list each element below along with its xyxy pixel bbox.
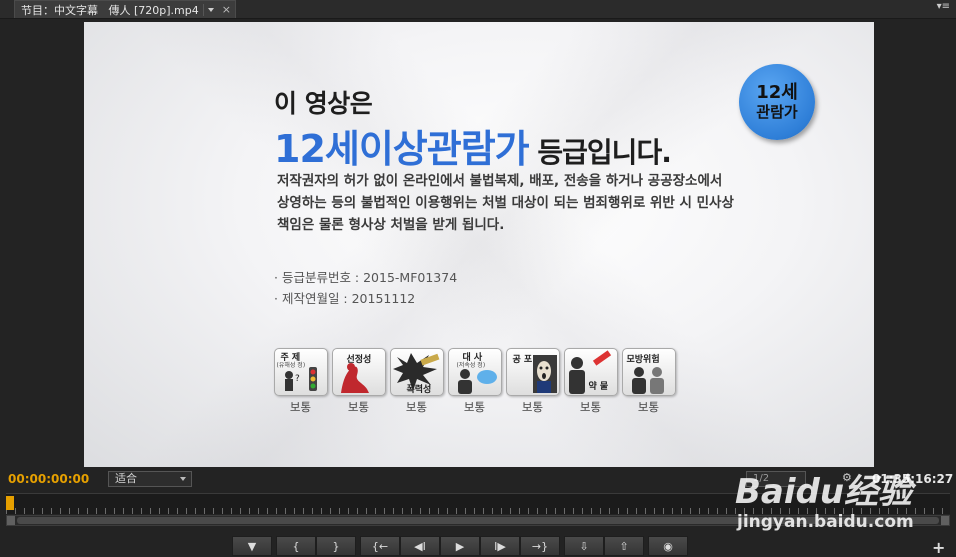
dialogue-icon: 대 사 (저속성 정) [447, 348, 502, 396]
descriptor-rating: 보통 [347, 400, 370, 414]
descriptor-drug: 약 물 보통 [563, 348, 618, 415]
ruler-ticks [6, 508, 950, 514]
step-forward-button[interactable]: I▶ [480, 536, 520, 556]
descriptor-violence: 폭력성 보통 [389, 348, 444, 415]
extract-button[interactable]: ⇧ [604, 536, 644, 556]
button-editor-plus-icon[interactable]: + [932, 538, 945, 557]
descriptor-theme: 주 제 (유해성 정) ? 보통 [273, 348, 328, 415]
playhead-timecode[interactable]: 00:00:00:00 [8, 472, 89, 486]
descriptor-rating: 보통 [405, 400, 428, 414]
playhead-marker[interactable] [6, 496, 14, 510]
rating-line: 12세이상관람가 등급입니다. [274, 118, 672, 173]
panel-menu-icon[interactable]: ▾≡ [937, 2, 950, 12]
descriptor-label: 폭력성 [406, 385, 432, 395]
mark-in-button[interactable]: { [276, 536, 316, 556]
descriptor-rating: 보통 [637, 400, 660, 414]
time-ruler[interactable] [6, 493, 950, 514]
go-to-out-button[interactable]: →} [520, 536, 560, 556]
descriptor-rating: 보통 [579, 400, 602, 414]
close-icon[interactable]: × [222, 3, 231, 16]
rating-heading: 이 영상은 [274, 89, 373, 118]
program-viewer[interactable]: 이 영상은 12세이상관람가 등급입니다. 저작권자의 허가 없이 온라인에서 … [0, 19, 956, 467]
badge-number: 12세 [756, 82, 798, 103]
svg-text:?: ? [295, 374, 300, 384]
play-button[interactable]: ▶ [440, 536, 480, 556]
drug-icon: 약 물 [563, 348, 618, 396]
mark-out-button[interactable]: } [316, 536, 356, 556]
descriptor-sexuality: 선정성 보통 [331, 348, 386, 415]
content-descriptor-icons: 주 제 (유해성 정) ? 보통 선정성 보통 폭력성 보통 대 사 (저속성 … [273, 348, 676, 415]
copyright-notice: 저작권자의 허가 없이 온라인에서 불법복제, 배포, 전송을 하거나 공공장소… [277, 173, 734, 233]
transport-controls: ▼ { } {← ◀I ▶ I▶ →} ⇩ ⇧ ◉ [232, 536, 692, 556]
go-to-in-button[interactable]: {← [360, 536, 400, 556]
zoom-left-cap[interactable] [7, 516, 15, 525]
production-date: · 제작연월일 : 20151112 [274, 291, 416, 306]
video-frame: 이 영상은 12세이상관람가 등급입니다. 저작권자의 허가 없이 온라인에서 … [84, 22, 874, 467]
descriptor-imitation: 모방위험 보통 [621, 348, 676, 415]
add-marker-button[interactable]: ▼ [232, 536, 272, 556]
step-back-button[interactable]: ◀I [400, 536, 440, 556]
badge-text: 관람가 [756, 103, 798, 121]
descriptor-label: 약 물 [588, 382, 609, 392]
imitation-icon: 모방위험 [621, 348, 676, 396]
theme-icon: 주 제 (유해성 정) ? [273, 348, 328, 396]
zoom-level-select[interactable]: 适合 [108, 471, 192, 487]
classification-number: · 등급분류번호 : 2015-MF01374 [274, 270, 458, 285]
sexuality-icon: 선정성 [331, 348, 386, 396]
descriptor-rating: 보통 [463, 400, 486, 414]
sequence-dropdown-icon[interactable] [202, 3, 216, 16]
playback-resolution-select[interactable]: 1/2 [746, 471, 806, 487]
lift-button[interactable]: ⇩ [564, 536, 604, 556]
program-monitor-tab[interactable]: 节目：中文字幕 傳人 [720p].mp4 × [14, 0, 236, 18]
zoom-scroll-bar[interactable] [6, 515, 950, 526]
duration-timecode: 01:35:16:27 [872, 472, 954, 486]
zoom-scroll-handle[interactable] [17, 517, 939, 524]
rating-suffix-text: 등급입니다. [528, 136, 671, 169]
descriptor-rating: 보통 [521, 400, 544, 414]
descriptor-horror: 공 포 보통 [505, 348, 560, 415]
zoom-right-cap[interactable] [941, 516, 949, 525]
wrench-icon[interactable]: ⚙ [842, 471, 854, 485]
panel-header: 节目：中文字幕 傳人 [720p].mp4 × ▾≡ [0, 0, 956, 19]
horror-icon: 공 포 [505, 348, 560, 396]
age-rating-badge: 12세 관람가 [739, 64, 815, 140]
tab-title: 节目：中文字幕 傳人 [720p].mp4 [21, 3, 199, 17]
rating-age-text: 12세이상관람가 [274, 127, 530, 171]
camera-icon[interactable]: ◉ [648, 536, 688, 556]
descriptor-dialogue: 대 사 (저속성 정) 보통 [447, 348, 502, 415]
violence-icon: 폭력성 [389, 348, 444, 396]
descriptor-rating: 보통 [289, 400, 312, 414]
